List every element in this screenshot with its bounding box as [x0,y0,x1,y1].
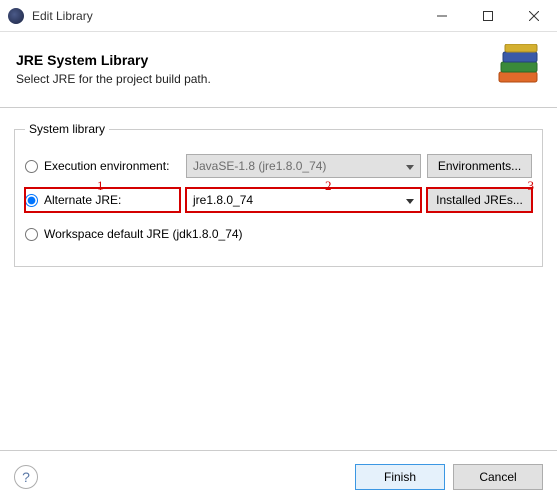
radio-alt-jre-label: Alternate JRE: [44,193,121,207]
radio-workspace-input[interactable] [25,228,38,241]
page-title: JRE System Library [16,52,211,68]
chevron-down-icon [406,159,414,173]
finish-button[interactable]: Finish [355,464,445,490]
cancel-button[interactable]: Cancel [453,464,543,490]
alt-jre-value: jre1.8.0_74 [193,193,253,207]
dialog-footer: ? Finish Cancel [0,450,557,502]
dialog-header: JRE System Library Select JRE for the pr… [0,32,557,108]
exec-env-combo[interactable]: JavaSE-1.8 (jre1.8.0_74) [186,154,421,178]
eclipse-icon [8,8,24,24]
system-library-group: System library Execution environment: Ja… [14,122,543,267]
radio-execution-environment[interactable]: Execution environment: [25,159,180,173]
radio-workspace-label: Workspace default JRE (jdk1.8.0_74) [44,227,243,241]
page-subtitle: Select JRE for the project build path. [16,72,211,86]
radio-alt-jre-input[interactable] [25,194,38,207]
radio-alternate-jre[interactable]: Alternate JRE: [25,188,180,212]
exec-env-value: JavaSE-1.8 (jre1.8.0_74) [193,159,326,173]
alt-jre-combo[interactable]: jre1.8.0_74 [186,188,421,212]
minimize-button[interactable] [419,0,465,32]
environments-button[interactable]: Environments... [427,154,532,178]
radio-workspace-default[interactable]: Workspace default JRE (jdk1.8.0_74) [25,227,243,241]
library-books-icon [493,44,541,93]
radio-exec-env-input[interactable] [25,160,38,173]
radio-exec-env-label: Execution environment: [44,159,169,173]
group-legend: System library [25,122,109,136]
close-button[interactable] [511,0,557,32]
help-button[interactable]: ? [14,465,38,489]
window-titlebar: Edit Library [0,0,557,32]
chevron-down-icon [406,193,414,207]
installed-jres-button[interactable]: Installed JREs... [427,188,532,212]
help-icon: ? [22,469,30,485]
window-title: Edit Library [32,9,419,23]
maximize-button[interactable] [465,0,511,32]
